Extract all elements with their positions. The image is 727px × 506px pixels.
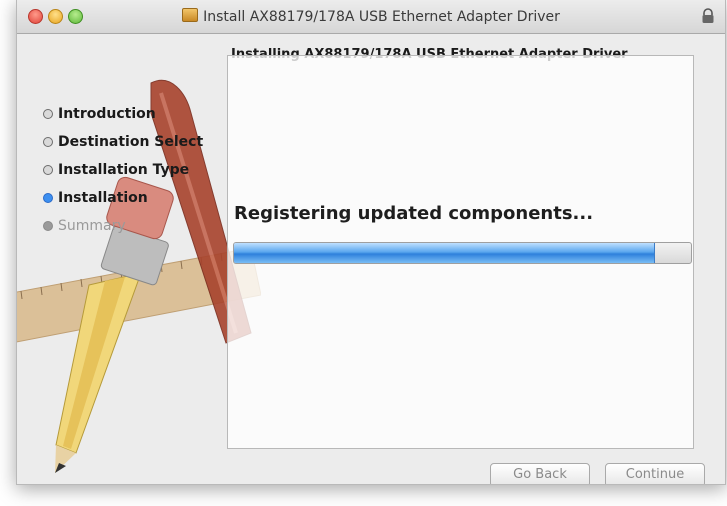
step-bullet-icon bbox=[43, 109, 53, 119]
step-introduction: Introduction bbox=[43, 100, 203, 128]
installer-window: Install AX88179/178A USB Ethernet Adapte… bbox=[16, 0, 726, 485]
step-summary: Summary bbox=[43, 212, 203, 240]
status-text: Registering updated components... bbox=[234, 203, 594, 224]
go-back-button[interactable]: Go Back bbox=[490, 463, 590, 484]
step-bullet-icon bbox=[43, 165, 53, 175]
step-destination-select: Destination Select bbox=[43, 128, 203, 156]
package-icon bbox=[182, 8, 199, 22]
continue-button[interactable]: Continue bbox=[605, 463, 705, 484]
progress-bar-fill bbox=[234, 243, 656, 263]
step-label: Introduction bbox=[58, 106, 156, 122]
step-bullet-pending-icon bbox=[43, 221, 53, 231]
step-label: Installation bbox=[58, 190, 148, 206]
title-bar[interactable]: Install AX88179/178A USB Ethernet Adapte… bbox=[17, 0, 725, 34]
installer-steps: Introduction Destination Select Installa… bbox=[43, 100, 203, 240]
progress-bar bbox=[233, 242, 692, 264]
step-bullet-active-icon bbox=[43, 193, 53, 203]
window-title: Install AX88179/178A USB Ethernet Adapte… bbox=[17, 8, 725, 25]
step-bullet-icon bbox=[43, 137, 53, 147]
content-pane: Registering updated components... bbox=[227, 55, 694, 449]
window-title-text: Install AX88179/178A USB Ethernet Adapte… bbox=[203, 9, 560, 25]
step-label: Installation Type bbox=[58, 162, 190, 178]
lock-icon bbox=[702, 8, 714, 23]
step-label: Destination Select bbox=[58, 134, 204, 150]
step-label: Summary bbox=[58, 218, 126, 234]
step-installation-type: Installation Type bbox=[43, 156, 203, 184]
step-installation: Installation bbox=[43, 184, 203, 212]
